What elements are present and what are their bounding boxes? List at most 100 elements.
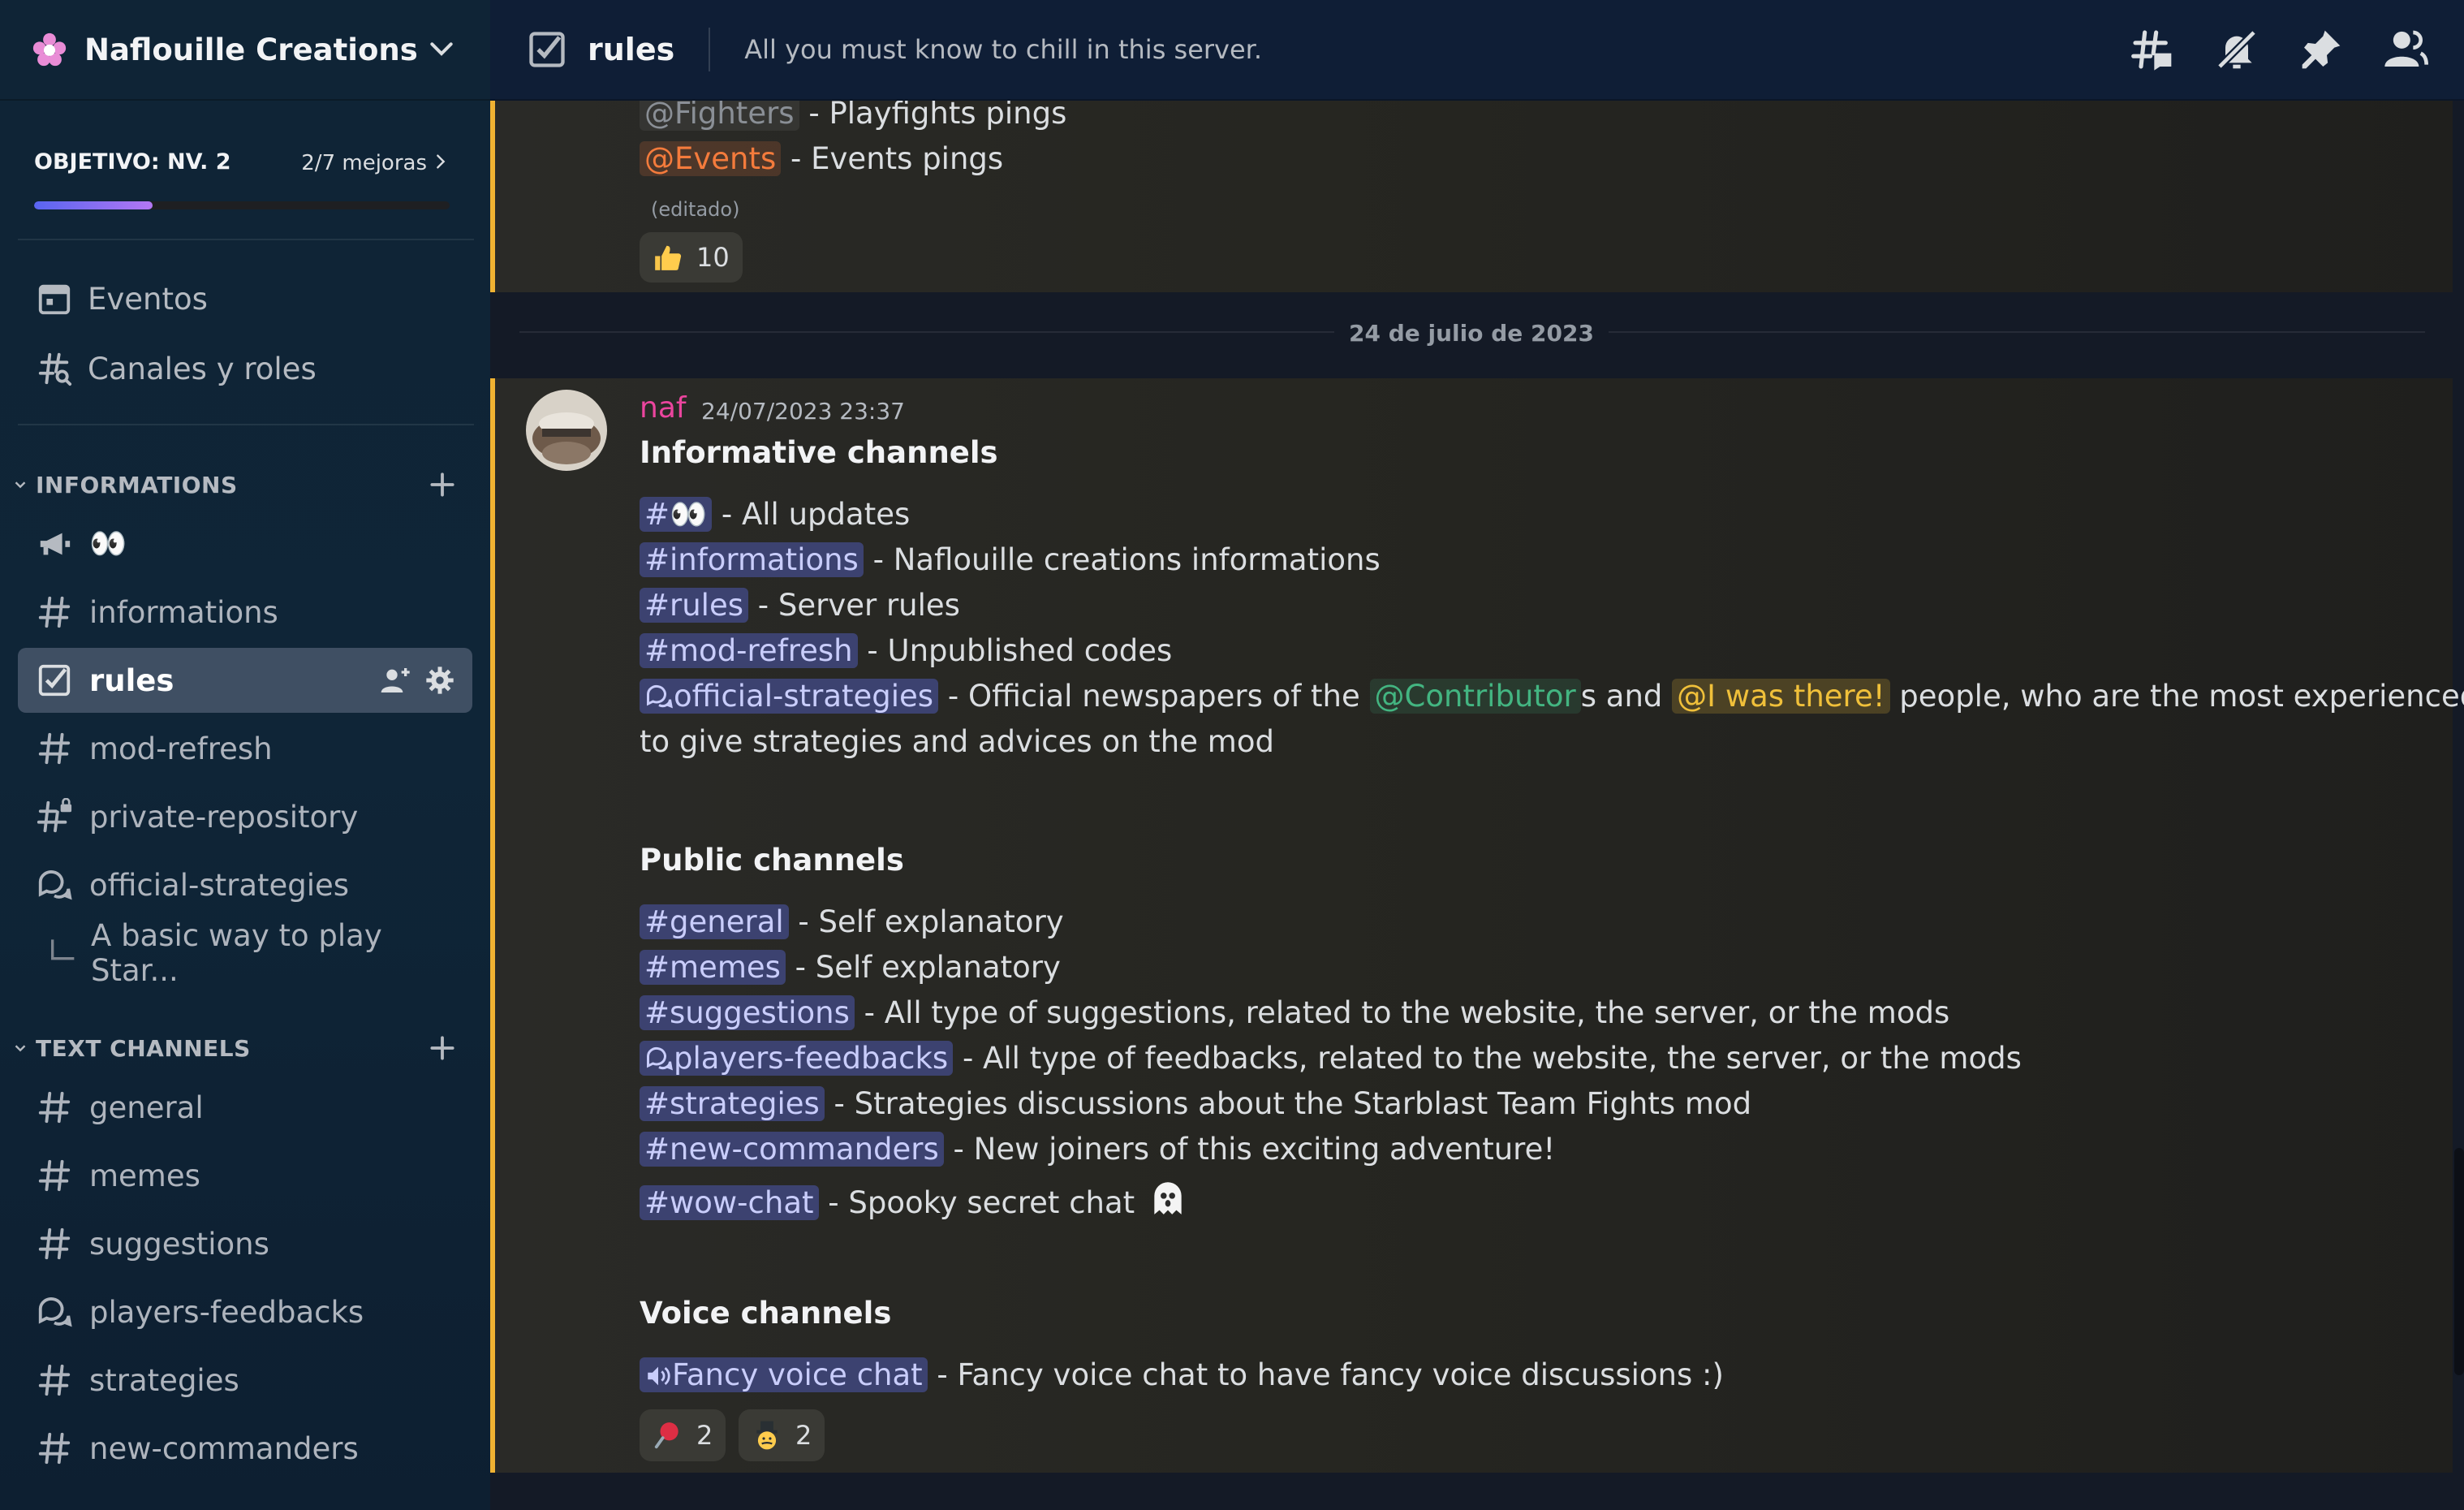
- channel-mention[interactable]: #👀: [640, 497, 713, 532]
- message-author[interactable]: naf: [640, 391, 687, 425]
- pin-icon[interactable]: [2298, 27, 2344, 72]
- channel-mention-label: rules: [670, 588, 743, 623]
- hash-icon: [38, 1432, 71, 1465]
- boost-goal[interactable]: OBJETIVO: NV. 2 2/7 mejoras: [34, 145, 450, 218]
- message-line: @Events - Events pings: [640, 141, 1003, 176]
- thumbs-up-emoji: [655, 245, 682, 270]
- hash-icon: [38, 1227, 71, 1260]
- channel-strategies[interactable]: strategies: [18, 1348, 472, 1413]
- channel-mention[interactable]: #rules: [640, 588, 748, 623]
- boost-progress-text: 2/7 mejoras: [301, 151, 427, 175]
- line-text: - Naflouille creations informations: [863, 542, 1381, 577]
- hash-icon: [38, 1159, 71, 1192]
- channel-informations[interactable]: informations: [18, 580, 472, 645]
- reaction-count: 10: [696, 242, 730, 273]
- rules-checkbox-icon: [38, 664, 71, 697]
- line-text: - All type of suggestions, related to th…: [854, 995, 1950, 1030]
- date-divider: 24 de julio de 2023: [490, 320, 2453, 347]
- channel-mention[interactable]: #memes: [640, 950, 786, 985]
- channel-mention-label: Fancy voice chat: [672, 1357, 923, 1392]
- server-sidebar: Naflouille Creations OBJETIVO: NV. 2 2/7…: [0, 0, 490, 1510]
- forum-mention[interactable]: official-strategies: [640, 679, 939, 714]
- message-line: @Fighters - Playfights pings: [640, 101, 1066, 131]
- chevron-down-icon[interactable]: [425, 33, 458, 66]
- channel-rules[interactable]: rules: [18, 648, 472, 713]
- section-heading-informative: Informative channels: [640, 435, 998, 470]
- channel-new-commanders[interactable]: new-commanders: [18, 1416, 472, 1481]
- line-text: - All updates: [712, 497, 911, 532]
- scrollbar[interactable]: [2454, 1148, 2464, 1375]
- avatar[interactable]: [526, 390, 607, 471]
- avatar-image: [526, 390, 607, 471]
- channel-mention-label: 👀: [670, 497, 708, 532]
- channel-private-repository[interactable]: private-repository: [18, 784, 472, 849]
- events-label: Eventos: [88, 281, 208, 317]
- channel-players-feedbacks[interactable]: players-feedbacks: [18, 1279, 472, 1344]
- line-text: - Playfights pings: [799, 101, 1067, 131]
- section-heading-voice: Voice channels: [640, 1296, 892, 1331]
- thread-basic-way[interactable]: A basic way to play Star...: [18, 918, 472, 988]
- calendar-icon: [38, 284, 71, 315]
- channel-mention[interactable]: #informations: [640, 542, 864, 577]
- boost-goal-label: OBJETIVO: NV. 2: [34, 149, 231, 175]
- message-line: #general - Self explanatory: [640, 904, 1064, 939]
- reaction-pin[interactable]: 2: [640, 1409, 726, 1461]
- category-label: TEXT CHANNELS: [36, 1034, 251, 1062]
- speaker-icon: [648, 1366, 670, 1386]
- role-mention-contributor[interactable]: @Contributor: [1369, 679, 1581, 714]
- channel-mention[interactable]: #general: [640, 904, 789, 939]
- message-line: official-strategies - Official newspaper…: [640, 679, 2464, 714]
- role-mention-events[interactable]: @Events: [640, 141, 782, 176]
- channel-mention-label: strategies: [670, 1086, 820, 1121]
- rules-checkbox-icon: [529, 32, 565, 67]
- create-channel-plus-icon[interactable]: [427, 1033, 458, 1063]
- channel-label: strategies: [89, 1362, 239, 1398]
- channel-announcements[interactable]: 👀: [18, 511, 472, 576]
- channel-mention[interactable]: #mod-refresh: [640, 633, 858, 668]
- reaction-thumbs-up[interactable]: 10: [640, 232, 743, 283]
- channel-memes[interactable]: memes: [18, 1143, 472, 1208]
- message-line: Fancy voice chat - Fancy voice chat to h…: [640, 1357, 1724, 1392]
- notification-muted-icon[interactable]: [2214, 27, 2259, 72]
- edited-label: (editado): [651, 198, 740, 221]
- line-text: - Events pings: [781, 141, 1004, 176]
- forum-mention[interactable]: players-feedbacks: [640, 1041, 954, 1076]
- caret-down-icon: [15, 1045, 26, 1052]
- message-line: #strategies - Strategies discussions abo…: [640, 1086, 1751, 1121]
- role-mention-fighters[interactable]: @Fighters: [640, 101, 799, 131]
- channel-topic[interactable]: All you must know to chill in this serve…: [744, 34, 2130, 65]
- message-line: #suggestions - All type of suggestions, …: [640, 995, 1949, 1030]
- gear-icon[interactable]: [424, 664, 456, 697]
- channels-roles-link[interactable]: Canales y roles: [18, 336, 472, 401]
- role-mention-was-there[interactable]: @I was there!: [1672, 679, 1890, 714]
- message-line: #👀 - All updates: [640, 497, 910, 533]
- channel-mention[interactable]: #suggestions: [640, 995, 855, 1030]
- add-member-icon[interactable]: [380, 664, 412, 697]
- events-link[interactable]: Eventos: [18, 266, 472, 331]
- server-header[interactable]: Naflouille Creations: [0, 0, 490, 101]
- create-channel-plus-icon[interactable]: [427, 469, 458, 500]
- voice-channel-mention[interactable]: Fancy voice chat: [640, 1357, 928, 1392]
- reaction-gentleman[interactable]: 2: [739, 1409, 825, 1461]
- category-text-channels[interactable]: TEXT CHANNELS: [11, 1028, 479, 1068]
- channel-mention[interactable]: #new-commanders: [640, 1132, 944, 1167]
- line-text: - Spooky secret chat: [818, 1185, 1144, 1220]
- channel-mention[interactable]: #wow-chat: [640, 1185, 819, 1220]
- channel-mod-refresh[interactable]: mod-refresh: [18, 716, 472, 781]
- server-boost-flower-icon: [32, 32, 67, 67]
- channel-label: 👀: [89, 526, 127, 561]
- ghost-emoji: [1154, 1182, 1182, 1214]
- forum-icon: [647, 684, 673, 709]
- threads-icon[interactable]: [2130, 27, 2175, 72]
- channel-mention-label: memes: [670, 950, 781, 985]
- category-informations[interactable]: INFORMATIONS: [11, 464, 479, 505]
- message-line: #wow-chat - Spooky secret chat: [640, 1177, 1191, 1220]
- message-line: #informations - Naflouille creations inf…: [640, 542, 1381, 577]
- channel-official-strategies[interactable]: official-strategies: [18, 852, 472, 917]
- channel-general[interactable]: general: [18, 1075, 472, 1140]
- member-list-icon[interactable]: [2383, 27, 2428, 72]
- channel-suggestions[interactable]: suggestions: [18, 1211, 472, 1276]
- channel-mention[interactable]: #strategies: [640, 1086, 825, 1121]
- divider: [18, 424, 474, 425]
- message-line: players-feedbacks - All type of feedback…: [640, 1041, 2022, 1076]
